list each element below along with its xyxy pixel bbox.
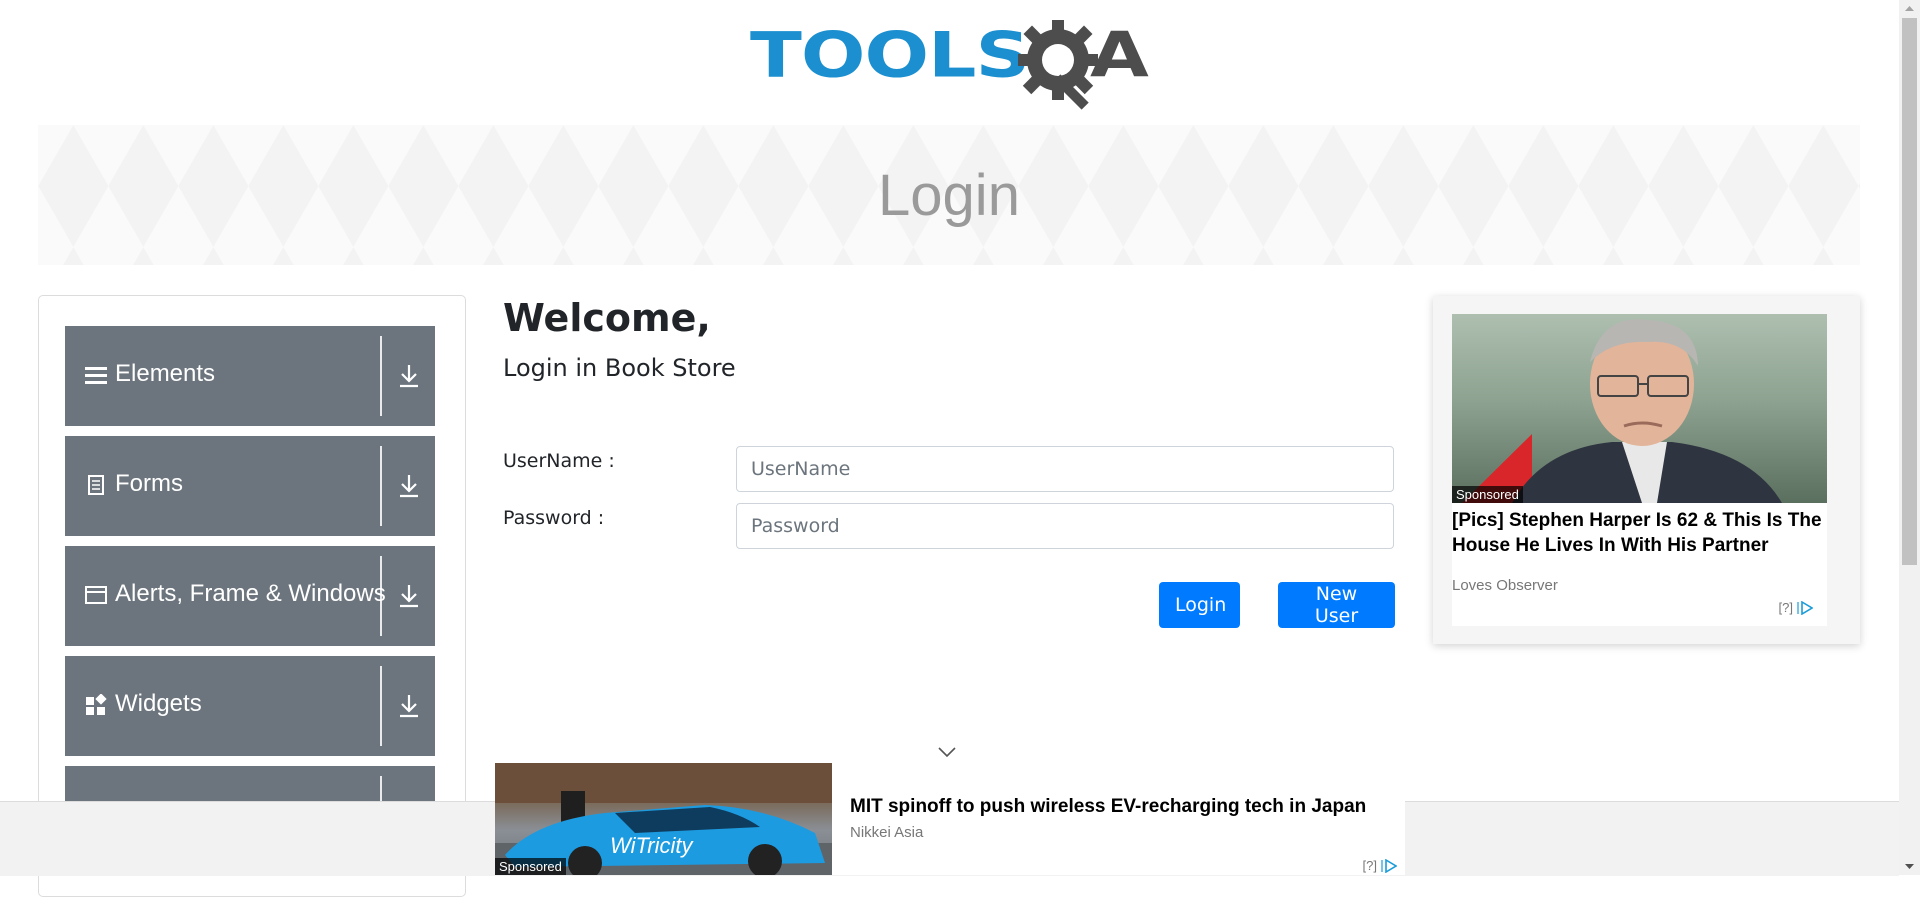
document-icon	[88, 475, 104, 495]
divider	[380, 556, 382, 636]
sponsored-ad-bottom[interactable]: WiTricity Sponsored MIT spinoff to push …	[495, 763, 1405, 875]
menu-group-label: Widgets	[115, 690, 202, 717]
username-input[interactable]	[736, 446, 1394, 492]
new-user-button[interactable]: New User	[1278, 582, 1395, 628]
ad-help-link[interactable]: [?]	[1779, 600, 1793, 615]
chevron-down-icon[interactable]	[937, 745, 957, 759]
login-subheading: Login in Book Store	[503, 354, 736, 382]
menu-group-label: Alerts, Frame & Windows	[115, 580, 386, 607]
page-scrollbar[interactable]	[1899, 0, 1920, 875]
username-label: UserName :	[503, 450, 615, 472]
ad-card[interactable]: Sponsored [Pics] Stephen Harper Is 62 & …	[1452, 314, 1827, 626]
menu-group-label: Forms	[115, 470, 183, 497]
ad-image[interactable]: Sponsored	[1452, 314, 1827, 503]
ad-info[interactable]: [?]	[1779, 600, 1813, 615]
car-brand-text: WiTricity	[610, 833, 694, 858]
login-button[interactable]: Login	[1159, 582, 1240, 628]
scroll-down-arrow-icon[interactable]	[1899, 858, 1920, 875]
ad-source[interactable]: Loves Observer	[1452, 577, 1558, 594]
widgets-icon	[86, 694, 107, 715]
menu-group-forms[interactable]: Forms	[65, 436, 435, 536]
adchoices-icon[interactable]	[1381, 858, 1397, 873]
ad-headline[interactable]: MIT spinoff to push wireless EV-rechargi…	[850, 796, 1366, 818]
hamburger-icon	[85, 367, 107, 384]
logo-text: TOOLS	[750, 18, 1030, 92]
download-arrow-icon	[400, 585, 418, 608]
ad-headline[interactable]: [Pics] Stephen Harper Is 62 & This Is Th…	[1452, 508, 1832, 558]
scroll-thumb[interactable]	[1902, 18, 1917, 565]
download-arrow-icon	[400, 695, 418, 718]
download-arrow-icon	[400, 365, 418, 388]
page-banner: Login	[38, 125, 1860, 265]
ad-help-link[interactable]: [?]	[1363, 858, 1377, 873]
sponsored-badge: Sponsored	[495, 858, 566, 875]
divider	[380, 666, 382, 746]
toolsqa-logo[interactable]: TOOLS A	[750, 18, 1155, 114]
welcome-heading: Welcome,	[503, 296, 711, 340]
portrait-image	[1462, 319, 1782, 503]
page-title: Login	[878, 162, 1020, 228]
sponsored-ad-right[interactable]: Sponsored [Pics] Stephen Harper Is 62 & …	[1433, 296, 1860, 644]
password-input[interactable]	[736, 503, 1394, 549]
ad-image[interactable]: WiTricity Sponsored	[495, 763, 832, 875]
divider	[380, 446, 382, 526]
download-arrow-icon	[400, 475, 418, 498]
menu-group-widgets[interactable]: Widgets	[65, 656, 435, 756]
ad-info[interactable]: [?]	[1363, 858, 1397, 873]
password-label: Password :	[503, 507, 605, 529]
sponsored-badge: Sponsored	[1452, 486, 1523, 503]
scroll-up-arrow-icon[interactable]	[1899, 0, 1920, 17]
menu-group-label: Elements	[115, 360, 216, 387]
menu-group-alerts[interactable]: Alerts, Frame & Windows	[65, 546, 435, 646]
window-icon	[85, 586, 107, 604]
adchoices-icon[interactable]	[1797, 600, 1813, 615]
logo-suffix: A	[1090, 18, 1149, 92]
ad-source[interactable]: Nikkei Asia	[850, 824, 923, 841]
menu-group-elements[interactable]: Elements	[65, 326, 435, 426]
divider	[380, 336, 382, 416]
